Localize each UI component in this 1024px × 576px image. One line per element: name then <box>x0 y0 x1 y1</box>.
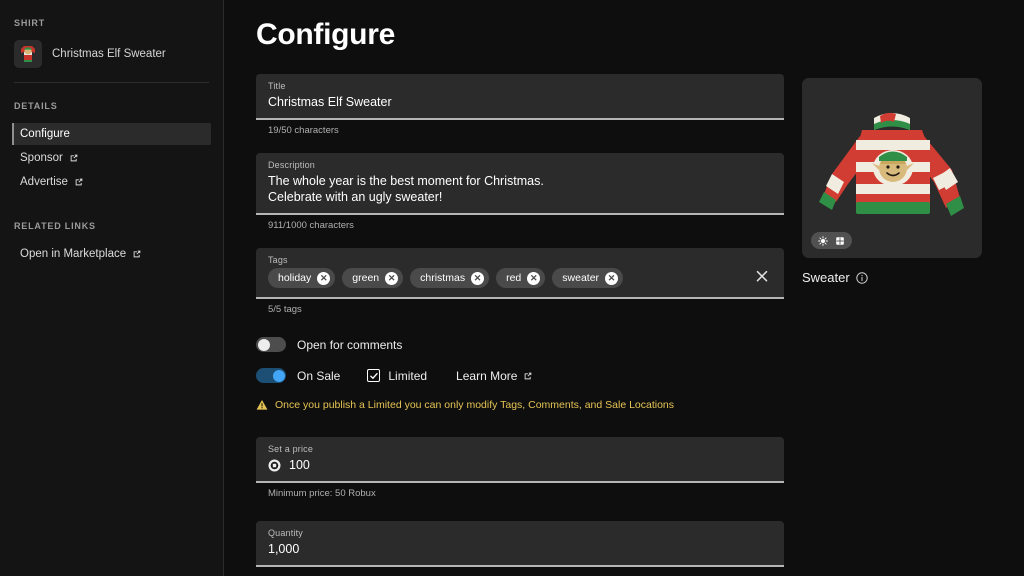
sidebar-item-label: Advertise <box>20 176 68 188</box>
main-content: Configure Title Christmas Elf Sweater 19… <box>224 0 1024 576</box>
preview-controls-pill[interactable] <box>811 232 852 249</box>
texture-grid-icon[interactable] <box>835 236 845 246</box>
configure-form: Title Christmas Elf Sweater 19/50 charac… <box>256 74 784 567</box>
description-field-value: The whole year is the best moment for Ch… <box>268 173 772 205</box>
price-field[interactable]: Set a price 100 <box>256 437 784 483</box>
tag-chip[interactable]: holiday ✕ <box>268 268 336 288</box>
tags-list: holiday ✕ green ✕ christmas ✕ red ✕ swea… <box>268 268 772 288</box>
title-field-label: Title <box>268 81 286 91</box>
sidebar-item-advertise[interactable]: Advertise <box>12 171 211 193</box>
description-field[interactable]: Description The whole year is the best m… <box>256 153 784 215</box>
limited-warning: Once you publish a Limited you can only … <box>256 399 784 411</box>
preview-panel: Sweater <box>802 74 982 285</box>
remove-tag-icon[interactable]: ✕ <box>317 271 331 285</box>
sidebar-item-configure[interactable]: Configure <box>12 123 211 145</box>
price-value-row: 100 <box>268 457 772 473</box>
toggle-knob <box>272 369 285 382</box>
title-character-count: 19/50 characters <box>268 125 339 136</box>
tags-count: 5/5 tags <box>268 304 302 315</box>
external-link-icon <box>69 153 79 163</box>
asset-name-label: Christmas Elf Sweater <box>52 48 166 60</box>
remove-tag-icon[interactable]: ✕ <box>605 271 619 285</box>
sidebar-item-label: Open in Marketplace <box>20 248 127 260</box>
related-links-block: RELATED LINKS Open in Marketplace <box>12 221 211 265</box>
price-field-label: Set a price <box>268 444 314 454</box>
learn-more-link[interactable]: Learn More <box>456 369 533 383</box>
content-columns: Title Christmas Elf Sweater 19/50 charac… <box>256 74 996 567</box>
preview-caption: Sweater <box>802 270 982 285</box>
sidebar-section-label-related: RELATED LINKS <box>14 221 96 231</box>
price-field-value: 100 <box>289 458 310 472</box>
on-sale-row: On Sale Limited Learn More <box>256 368 784 383</box>
tag-label: holiday <box>278 272 312 284</box>
preview-caption-label: Sweater <box>802 270 850 285</box>
remove-tag-icon[interactable]: ✕ <box>471 271 485 285</box>
title-field-value: Christmas Elf Sweater <box>268 95 392 109</box>
remove-tag-icon[interactable]: ✕ <box>385 271 399 285</box>
quantity-field-label: Quantity <box>268 528 303 538</box>
tag-label: green <box>352 272 380 284</box>
minimum-price-hint: Minimum price: 50 Robux <box>268 488 376 499</box>
description-line-1: The whole year is the best moment for Ch… <box>268 174 544 188</box>
limited-label: Limited <box>388 368 428 383</box>
tag-chip[interactable]: christmas ✕ <box>410 268 490 288</box>
external-link-icon <box>132 249 142 259</box>
description-line-2: Celebrate with an ugly sweater! <box>268 190 443 204</box>
info-icon[interactable] <box>856 271 868 284</box>
toggle-knob <box>257 338 270 351</box>
sidebar-item-open-in-marketplace[interactable]: Open in Marketplace <box>12 243 211 265</box>
external-link-icon <box>523 371 533 381</box>
asset-thumbnail <box>14 40 42 68</box>
sidebar-item-sponsor[interactable]: Sponsor <box>12 147 211 169</box>
warning-text: Once you publish a Limited you can only … <box>275 399 675 411</box>
open-for-comments-label: Open for comments <box>297 337 403 352</box>
sidebar-asset-row[interactable]: Christmas Elf Sweater <box>12 40 211 68</box>
tag-label: red <box>506 272 522 284</box>
description-field-label: Description <box>268 160 315 170</box>
quantity-field-value: 1,000 <box>268 542 300 556</box>
tag-chip[interactable]: red ✕ <box>496 268 546 288</box>
warning-triangle-icon <box>256 399 268 411</box>
sidebar-item-label: Configure <box>20 128 70 140</box>
robux-icon <box>268 459 281 472</box>
sidebar-section-label-details: DETAILS <box>14 101 58 111</box>
sun-burst-icon[interactable] <box>818 235 828 246</box>
quantity-field[interactable]: Quantity 1,000 <box>256 521 784 567</box>
limited-checkbox[interactable] <box>367 369 381 382</box>
clear-all-tags-icon[interactable] <box>754 268 770 284</box>
tags-field-label: Tags <box>268 255 288 265</box>
learn-more-label: Learn More <box>456 368 518 383</box>
title-field[interactable]: Title Christmas Elf Sweater <box>256 74 784 120</box>
tag-label: christmas <box>420 272 466 284</box>
tags-field[interactable]: Tags holiday ✕ green ✕ christmas ✕ red ✕… <box>256 248 784 299</box>
description-character-count: 911/1000 characters <box>268 220 354 231</box>
on-sale-toggle[interactable] <box>256 368 286 383</box>
sidebar-section-label-shirt: SHIRT <box>14 18 46 28</box>
external-link-icon <box>74 177 84 187</box>
open-for-comments-row[interactable]: Open for comments <box>256 337 784 352</box>
remove-tag-icon[interactable]: ✕ <box>527 271 541 285</box>
open-for-comments-toggle[interactable] <box>256 337 286 352</box>
asset-3d-preview[interactable] <box>802 78 982 258</box>
on-sale-label: On Sale <box>297 368 341 383</box>
sidebar: SHIRT Christmas Elf Sweater DETAILS Conf… <box>0 0 224 576</box>
tag-chip[interactable]: sweater ✕ <box>552 268 624 288</box>
sidebar-divider <box>14 82 209 83</box>
page-title: Configure <box>256 18 395 51</box>
tag-label: sweater <box>562 272 600 284</box>
tag-chip[interactable]: green ✕ <box>342 268 404 288</box>
limited-checkbox-group[interactable]: Limited <box>367 369 427 383</box>
sidebar-item-label: Sponsor <box>20 152 63 164</box>
